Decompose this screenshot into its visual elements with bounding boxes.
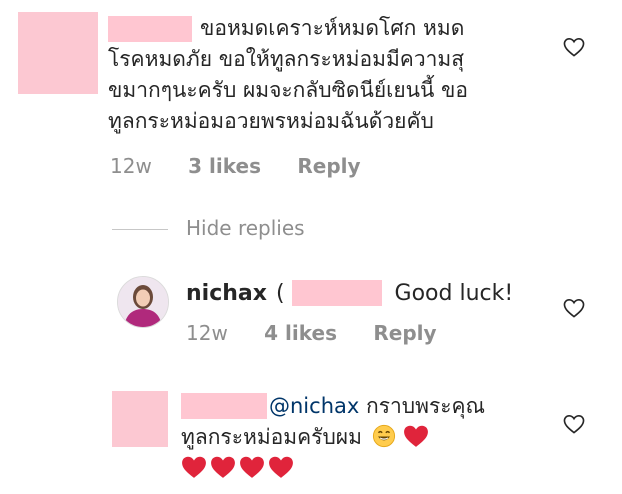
mention-paren: ( (275, 281, 285, 306)
red-heart-emoji (211, 456, 235, 478)
red-heart-emoji (182, 456, 206, 478)
comment-meta: 12w 3 likes Reply (110, 154, 361, 178)
avatar[interactable] (117, 276, 169, 328)
red-heart-emoji (269, 456, 293, 478)
comment-line: โรคหมดภัย ขอให้ทูลกระหม่อมมีความสุ (108, 47, 465, 71)
reply-button[interactable]: Reply (297, 154, 360, 178)
avatar[interactable] (18, 12, 98, 94)
heart-outline-icon[interactable] (563, 298, 585, 318)
reply-text-line (181, 453, 485, 484)
reply-text-line: ทูลกระหม่อมครับผม (181, 422, 485, 453)
comment-text: ขอหมดเคราะห์หมดโศก หมด โรคหมดภัย ขอให้ทู… (108, 13, 468, 137)
comment-age: 12w (110, 154, 152, 178)
likes-count[interactable]: 3 likes (188, 154, 261, 178)
username[interactable]: nichax (186, 281, 267, 306)
profile-photo (118, 277, 168, 327)
heart-outline-icon[interactable] (563, 37, 585, 57)
reply-age: 12w (186, 321, 228, 345)
mention-redacted[interactable] (291, 280, 382, 306)
reply-text-line: @nichax กราบพระคุณ (181, 391, 485, 422)
grinning-face-emoji (372, 424, 395, 448)
comment-line: ทูลกระหม่อมอวยพรหม่อมฉันด้วยคับ (108, 109, 434, 133)
replies-divider (112, 229, 168, 230)
mention-link[interactable]: @nichax (269, 394, 359, 418)
reply-text: Good luck! (394, 281, 514, 306)
hide-replies-button[interactable]: Hide replies (186, 216, 305, 240)
reply-meta: 12w 4 likes Reply (186, 321, 437, 345)
reply-text-part: ทูลกระหม่อมครับผม (181, 425, 362, 449)
likes-count[interactable]: 4 likes (264, 321, 337, 345)
avatar[interactable] (112, 391, 168, 447)
red-heart-emoji (240, 456, 264, 478)
comment-line: ขอหมดเคราะห์หมดโศก หมด (200, 16, 465, 40)
reply-text: @nichax กราบพระคุณ ทูลกระหม่อมครับผม (181, 391, 485, 484)
red-heart-emoji (404, 425, 429, 447)
reply-text-part: กราบพระคุณ (365, 394, 486, 418)
reply-header: nichax ( Good luck! (186, 280, 513, 306)
heart-outline-icon[interactable] (563, 414, 585, 434)
reply-button[interactable]: Reply (373, 321, 436, 345)
comment-line: ขมากๆนะครับ ผมจะกลับซิดนีย์เยนนี้ ขอ (108, 78, 468, 102)
